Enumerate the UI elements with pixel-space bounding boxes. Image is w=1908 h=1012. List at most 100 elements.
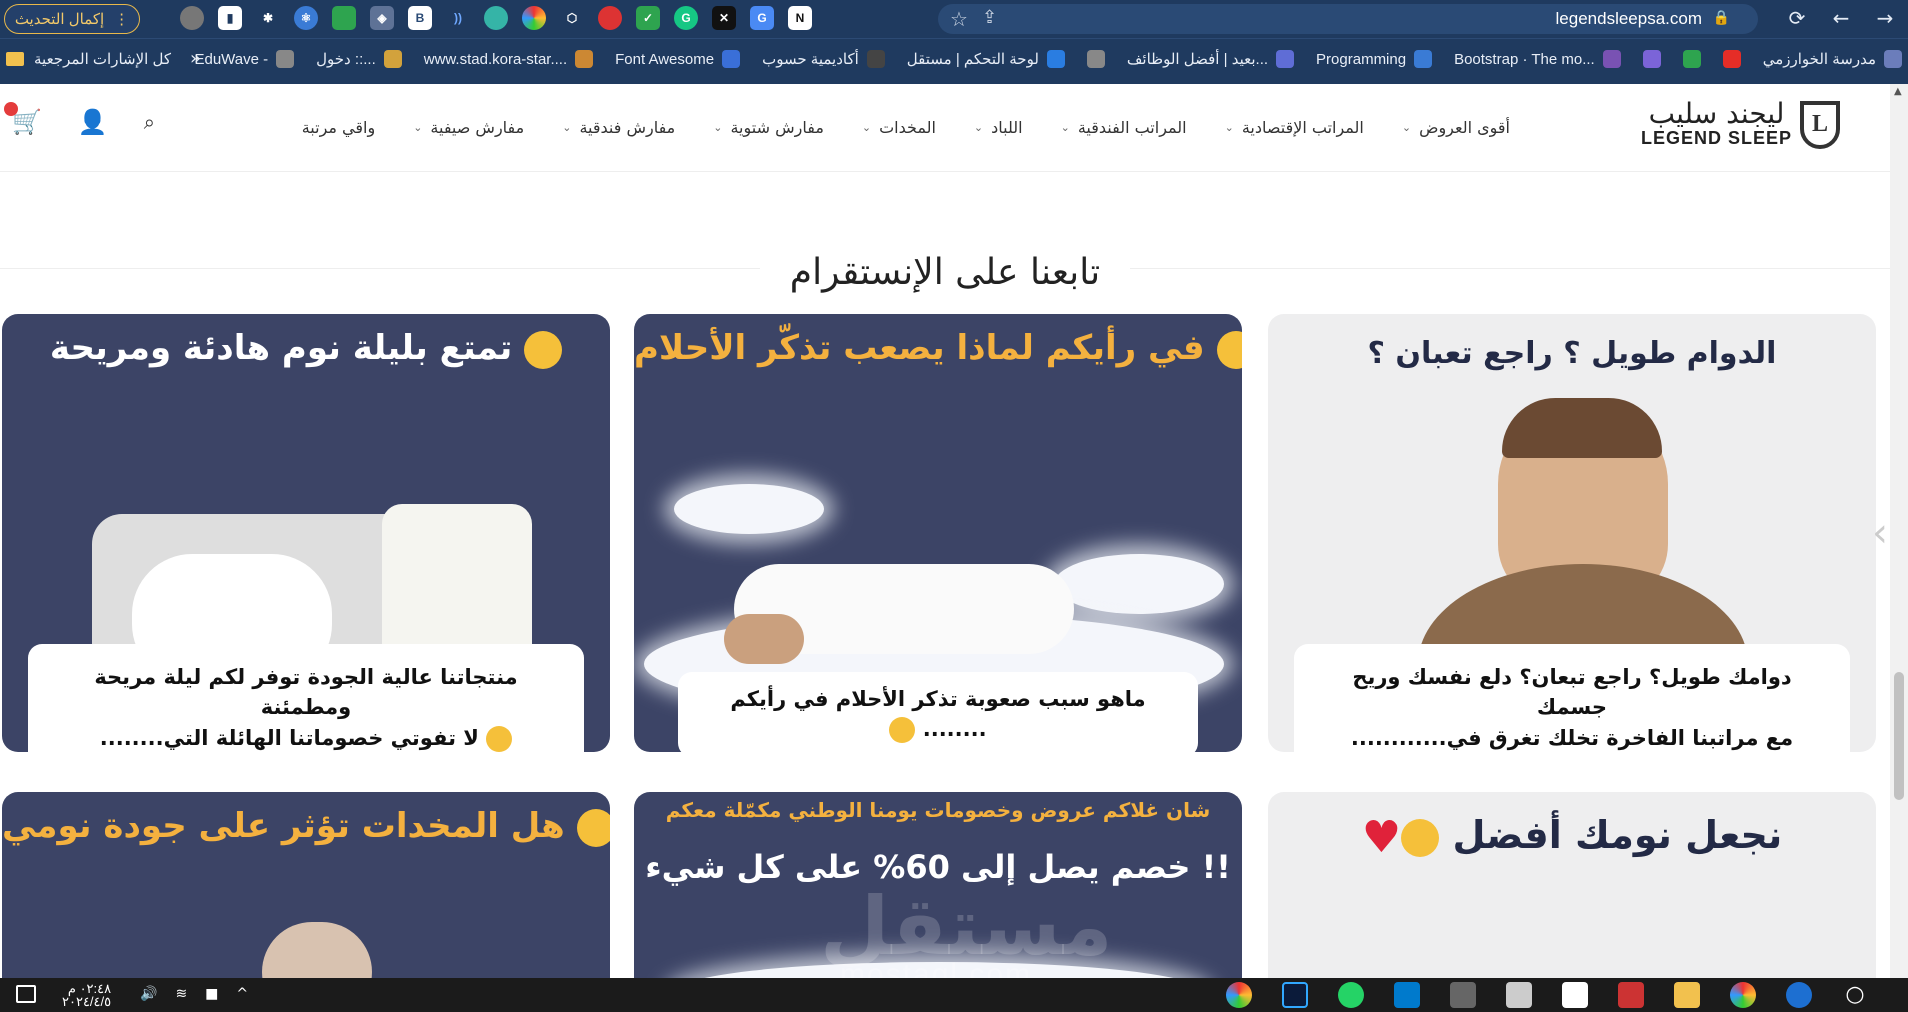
- x-extension-icon[interactable]: ✕: [712, 6, 736, 30]
- menu-kebab-icon[interactable]: ⋮: [114, 10, 129, 28]
- taskbar-clock[interactable]: ٠٢:٤٨ م ٢٠٢٤/٤/٥: [62, 982, 111, 1008]
- mail-icon[interactable]: [1506, 982, 1532, 1008]
- bookmark-item[interactable]: [1086, 50, 1105, 68]
- menu-item[interactable]: اللباد ⌄: [974, 118, 1023, 137]
- update-button[interactable]: إكمال التحديث ⋮: [4, 4, 140, 34]
- bookmarks-overflow[interactable]: »: [190, 48, 201, 69]
- chevron-down-icon: ⌄: [1401, 121, 1412, 134]
- colorpicker-extension-icon[interactable]: [522, 6, 546, 30]
- forward-arrow-icon[interactable]: ←: [1828, 6, 1854, 30]
- instagram-card-1[interactable]: الدوام طويل ؟ راجع تعبان ؟ دوامك طويل؟ ر…: [1268, 314, 1876, 752]
- share-icon[interactable]: ⇪: [982, 7, 997, 28]
- bookmark-favicon-icon: [1086, 50, 1105, 68]
- menu-item[interactable]: المراتب الإقتصادية ⌄: [1225, 118, 1364, 137]
- react-devtools-icon[interactable]: ⚛: [294, 6, 318, 30]
- menu-item[interactable]: مفارش صيفية ⌄: [413, 118, 524, 137]
- wave-extension-icon[interactable]: )): [446, 6, 470, 30]
- grammarly-icon[interactable]: G: [674, 6, 698, 30]
- cart-icon[interactable]: 🛒: [4, 102, 42, 136]
- search-taskbar-icon[interactable]: ○: [1842, 982, 1868, 1008]
- menu-item-label: المخدات: [879, 118, 936, 137]
- bookmark-star-icon[interactable]: ☆: [950, 7, 968, 32]
- menu-item[interactable]: المراتب الفندقية ⌄: [1061, 118, 1187, 137]
- menu-item-label: مفارش صيفية: [430, 118, 525, 137]
- bookmark-item[interactable]: بعيد | أفضل الوظائف...: [1127, 50, 1295, 68]
- cube-extension-icon[interactable]: ⬡: [560, 6, 584, 30]
- bookmark-item[interactable]: [1682, 50, 1701, 68]
- calculator-icon[interactable]: [1450, 982, 1476, 1008]
- menu-item[interactable]: المخدات ⌄: [862, 118, 936, 137]
- chevron-down-icon: ⌄: [562, 121, 572, 134]
- edge-icon[interactable]: [1786, 982, 1812, 1008]
- bookmark-favicon-icon: [575, 50, 594, 68]
- search-icon[interactable]: ⌕: [144, 110, 155, 134]
- bookmark-item[interactable]: [1642, 50, 1661, 68]
- bookmark-favicon-icon: [383, 50, 402, 68]
- heart-icon: ♥: [1361, 812, 1402, 863]
- tray-chevron-icon[interactable]: ^: [236, 986, 248, 1002]
- extensions-puzzle-icon[interactable]: ✱: [256, 6, 280, 30]
- shield-extension-icon[interactable]: ◈: [370, 6, 394, 30]
- bookmark-item[interactable]: Font Awesome: [615, 50, 741, 68]
- card-caption: ماهو سبب صعوبة تذكر الأحلام في رأيكم ...…: [678, 672, 1198, 752]
- back-arrow-icon[interactable]: →: [1872, 6, 1898, 30]
- file-explorer-icon[interactable]: [1674, 982, 1700, 1008]
- scroll-thumb[interactable]: [1894, 672, 1904, 800]
- account-icon[interactable]: 👤: [78, 108, 108, 136]
- all-bookmarks[interactable]: كل الإشارات المرجعية: [6, 50, 171, 68]
- flag-extension-icon[interactable]: [332, 6, 356, 30]
- sidepanel-icon[interactable]: ▮: [218, 6, 242, 30]
- store-icon[interactable]: [1618, 982, 1644, 1008]
- globe-extension-icon[interactable]: [484, 6, 508, 30]
- word-icon[interactable]: [1562, 982, 1588, 1008]
- lock-icon[interactable]: 🔒: [1713, 9, 1730, 26]
- menu-item-label: أقوى العروض: [1419, 118, 1510, 137]
- instagram-card-3[interactable]: تمتع بليلة نوم هادئة ومريحة منتجاتنا عال…: [2, 314, 610, 752]
- carousel-next-icon[interactable]: ‹: [1872, 510, 1888, 580]
- page-scrollbar[interactable]: ▲ ▼: [1890, 84, 1908, 1002]
- address-bar[interactable]: ☆ ⇪ legendsleepsa.com 🔒: [938, 4, 1758, 34]
- url-text[interactable]: legendsleepsa.com: [1556, 9, 1702, 29]
- chrome-alt-icon[interactable]: [1226, 982, 1252, 1008]
- menu-item[interactable]: أقوى العروض ⌄: [1402, 118, 1510, 137]
- reload-icon[interactable]: ⟳: [1784, 6, 1810, 30]
- photoshop-icon[interactable]: [1282, 982, 1308, 1008]
- blocker-extension-icon[interactable]: [598, 6, 622, 30]
- menu-item[interactable]: واقي مرتبة: [302, 118, 376, 137]
- menu-item-label: المراتب الفندقية: [1077, 118, 1187, 137]
- bookmark-item[interactable]: Programming: [1316, 50, 1433, 68]
- extensions-bar: ▮ ✱ ⚛ ◈ B )) ⬡ ✓ G ✕ G N: [180, 6, 812, 30]
- update-button-label: إكمال التحديث: [14, 11, 105, 28]
- notion-icon[interactable]: N: [788, 6, 812, 30]
- notification-icon[interactable]: [16, 985, 36, 1003]
- instagram-section-title: تابعنا على الإنستقرام: [0, 252, 1890, 293]
- bookmark-item[interactable]: دخول ::...: [316, 50, 402, 68]
- bootstrap-extension-icon[interactable]: B: [408, 6, 432, 30]
- translate-icon[interactable]: G: [750, 6, 774, 30]
- site-logo[interactable]: L ليجند سليب LEGEND SLEEP: [1641, 100, 1840, 149]
- bookmark-label: لوحة التحكم | مستقل: [906, 51, 1039, 68]
- chevron-down-icon: ⌄: [713, 121, 723, 134]
- bookmark-item[interactable]: EduWave -: [194, 50, 295, 68]
- bookmark-item[interactable]: لوحة التحكم | مستقل: [907, 50, 1065, 68]
- whatsapp-icon[interactable]: [1338, 982, 1364, 1008]
- chrome-icon[interactable]: [1730, 982, 1756, 1008]
- shield-check-icon[interactable]: ✓: [636, 6, 660, 30]
- windows-shield-icon[interactable]: ■: [205, 986, 218, 1002]
- bookmark-item[interactable]: www.stad.kora-star....: [424, 50, 594, 68]
- bookmarks-bar: مدرسة الخوارزمي Bootstrap · The mo... Prog…: [0, 38, 1908, 84]
- bookmark-item[interactable]: مدرسة الخوارزمي: [1763, 50, 1902, 68]
- wifi-icon[interactable]: ≋: [175, 986, 187, 1002]
- profile-avatar-icon[interactable]: [180, 6, 204, 30]
- instagram-card-2[interactable]: في رأيكم لماذا يصعب تذكّر الأحلام ماهو س…: [634, 314, 1242, 752]
- menu-item[interactable]: مفارش شتوية ⌄: [713, 118, 824, 137]
- volume-icon[interactable]: 🔊: [140, 986, 157, 1002]
- vscode-icon[interactable]: [1394, 982, 1420, 1008]
- site-header: L ليجند سليب LEGEND SLEEP أقوى العروض ⌄ ال…: [0, 84, 1890, 172]
- bookmark-item[interactable]: Bootstrap · The mo...: [1454, 50, 1621, 68]
- thinking-emoji-icon: [576, 808, 610, 847]
- scroll-up-icon[interactable]: ▲: [1894, 86, 1902, 97]
- bookmark-item[interactable]: [1722, 50, 1741, 68]
- menu-item[interactable]: مفارش فندقية ⌄: [562, 118, 675, 137]
- bookmark-item[interactable]: أكاديمية حسوب: [762, 50, 885, 68]
